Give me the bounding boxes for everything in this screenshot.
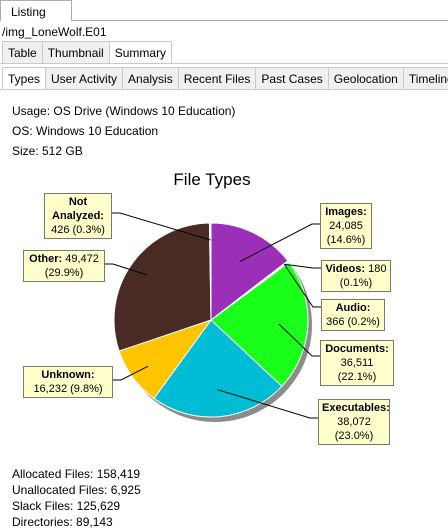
- allocated-files: Allocated Files: 158,419: [12, 467, 141, 481]
- callout-unknown: Unknown: 16,232 (9.8%): [23, 366, 113, 398]
- callout-executables: Executables: 38,072 (23.0%): [318, 399, 390, 445]
- unallocated-files: Unallocated Files: 6,925: [12, 483, 141, 497]
- callout-not-analyzed: Not Analyzed: 426 (0.3%): [44, 193, 112, 239]
- callout-images: Images: 24,085 (14.6%): [320, 203, 372, 249]
- callout-videos: Videos: 180 (0.1%): [321, 260, 391, 292]
- slack-files: Slack Files: 125,629: [12, 499, 121, 513]
- directories-count: Directories: 89,143: [12, 515, 113, 529]
- callout-audio: Audio: 366 (0.2%): [321, 299, 385, 331]
- callout-documents: Documents: 36,511 (22.1%): [320, 340, 394, 386]
- callout-other: Other: 49,472 (29.9%): [23, 250, 105, 282]
